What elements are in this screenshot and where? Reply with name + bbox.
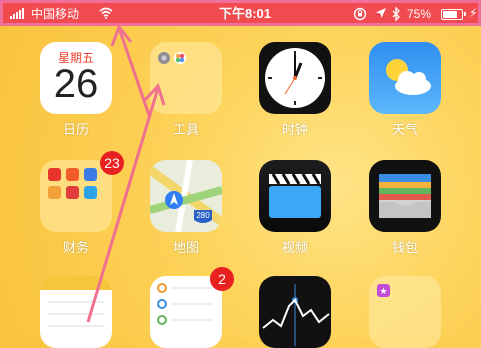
arrow-to-tools-folder: [86, 83, 166, 323]
arrow-to-status-bar: [110, 23, 152, 119]
annotation-arrows: [86, 23, 166, 323]
